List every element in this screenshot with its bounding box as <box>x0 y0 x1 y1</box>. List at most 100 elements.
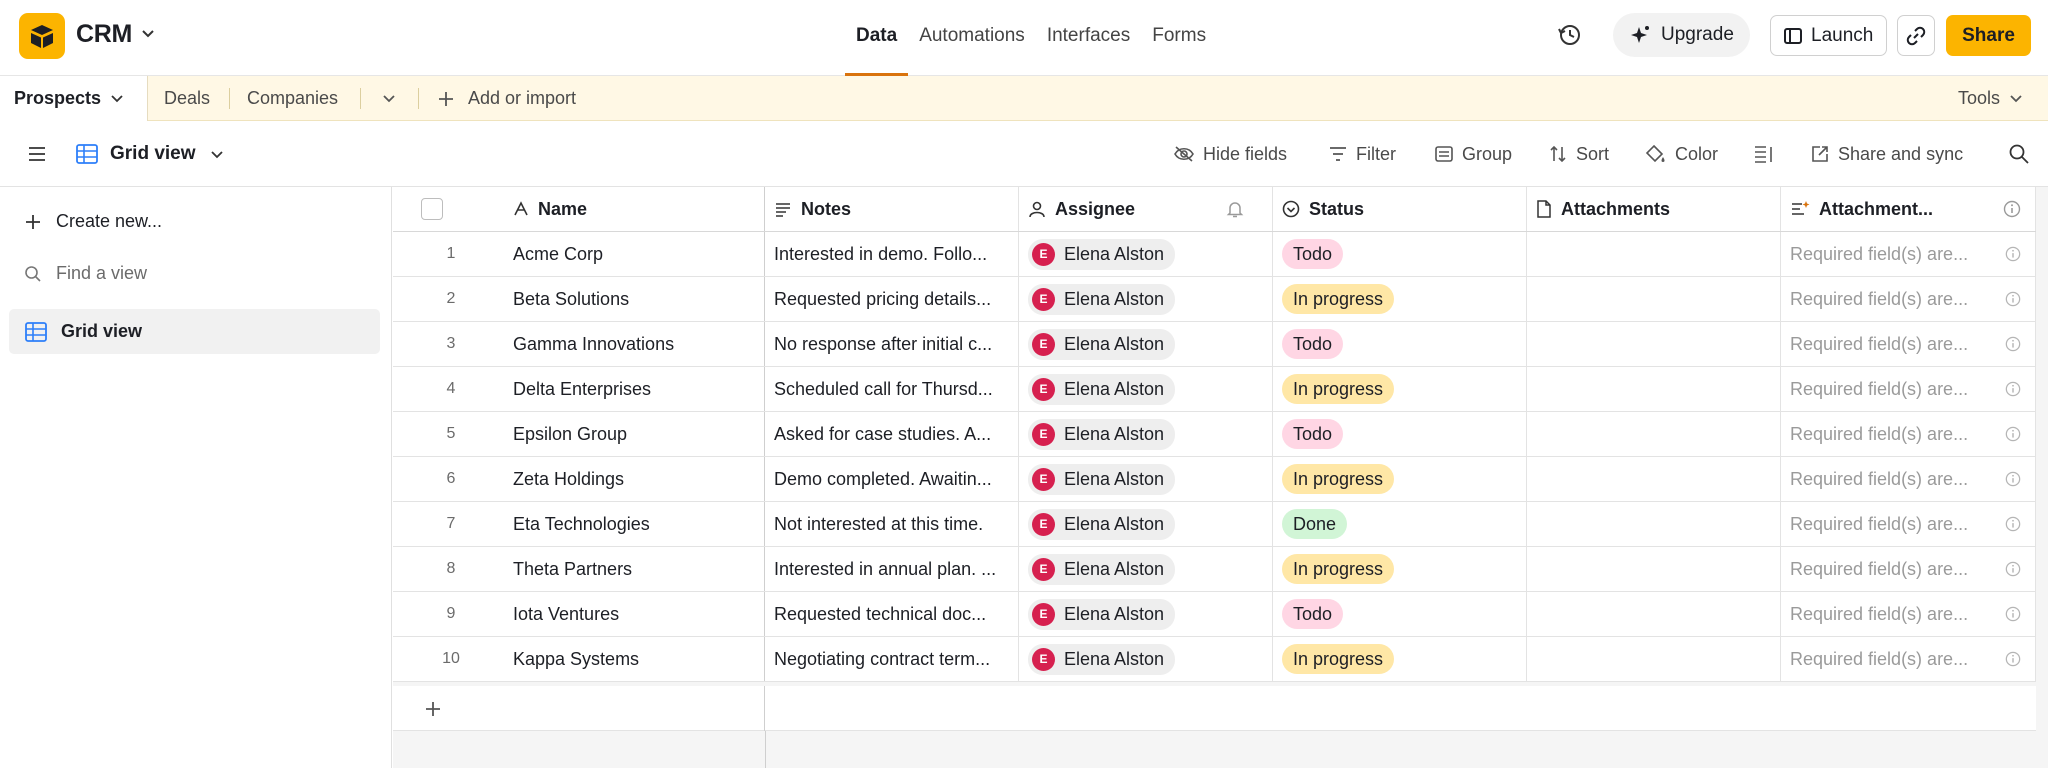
tab-prospects[interactable]: Prospects <box>0 76 148 121</box>
assignee-chip[interactable]: E Elena Alston <box>1028 508 1176 540</box>
cell-attachment-summary[interactable]: Required field(s) are... <box>1781 232 2036 276</box>
cell-notes[interactable]: Interested in annual plan. ... <box>765 547 1019 591</box>
history-icon[interactable] <box>1555 20 1585 50</box>
cell-notes[interactable]: Scheduled call for Thursd... <box>765 367 1019 411</box>
info-icon[interactable] <box>2005 381 2021 397</box>
cell-attachments[interactable] <box>1527 547 1781 591</box>
assignee-chip[interactable]: E Elena Alston <box>1028 238 1176 270</box>
tab-deals[interactable]: Deals <box>164 76 210 121</box>
info-icon[interactable] <box>2005 516 2021 532</box>
cell-status[interactable]: Todo <box>1273 592 1527 636</box>
assignee-chip[interactable]: E Elena Alston <box>1028 463 1176 495</box>
info-icon[interactable] <box>2005 471 2021 487</box>
cell-name[interactable]: Iota Ventures <box>509 592 765 636</box>
cell-name[interactable]: Theta Partners <box>509 547 765 591</box>
cell-name[interactable]: Beta Solutions <box>509 277 765 321</box>
column-header-status[interactable]: Status <box>1273 187 1527 231</box>
cell-name[interactable]: Acme Corp <box>509 232 765 276</box>
cell-attachment-summary[interactable]: Required field(s) are... <box>1781 637 2036 681</box>
cell-attachments[interactable] <box>1527 592 1781 636</box>
filter-button[interactable]: Filter <box>1328 121 1396 187</box>
column-header-assignee[interactable]: Assignee <box>1019 187 1273 231</box>
cell-status[interactable]: Todo <box>1273 232 1527 276</box>
select-all-cell[interactable] <box>393 187 509 231</box>
status-badge[interactable]: Done <box>1282 509 1348 539</box>
cell-assignee[interactable]: E Elena Alston <box>1019 592 1273 636</box>
status-badge[interactable]: In progress <box>1282 464 1395 494</box>
info-icon[interactable] <box>2005 561 2021 577</box>
cell-attachment-summary[interactable]: Required field(s) are... <box>1781 322 2036 366</box>
status-badge[interactable]: Todo <box>1282 599 1344 629</box>
cell-assignee[interactable]: E Elena Alston <box>1019 322 1273 366</box>
cell-attachments[interactable] <box>1527 457 1781 501</box>
status-badge[interactable]: In progress <box>1282 644 1395 674</box>
info-icon[interactable] <box>2005 606 2021 622</box>
table-row[interactable]: 9 Iota Ventures Requested technical doc...… <box>393 592 2036 637</box>
nav-interfaces[interactable]: Interfaces <box>1036 0 1141 76</box>
cell-assignee[interactable]: E Elena Alston <box>1019 277 1273 321</box>
cell-assignee[interactable]: E Elena Alston <box>1019 502 1273 546</box>
chevron-down-icon[interactable] <box>109 91 125 107</box>
cell-name[interactable]: Delta Enterprises <box>509 367 765 411</box>
nav-data[interactable]: Data <box>845 0 909 76</box>
assignee-chip[interactable]: E Elena Alston <box>1028 373 1176 405</box>
cell-name[interactable]: Epsilon Group <box>509 412 765 456</box>
info-icon[interactable] <box>2005 426 2021 442</box>
chevron-down-icon[interactable] <box>138 24 158 44</box>
assignee-chip[interactable]: E Elena Alston <box>1028 553 1176 585</box>
status-badge[interactable]: In progress <box>1282 374 1395 404</box>
cell-notes[interactable]: Requested technical doc... <box>765 592 1019 636</box>
cell-assignee[interactable]: E Elena Alston <box>1019 412 1273 456</box>
column-header-name[interactable]: Name <box>509 187 765 231</box>
app-logo-icon[interactable] <box>19 13 65 59</box>
create-new-view-button[interactable]: Create new... <box>24 211 162 232</box>
cell-assignee[interactable]: E Elena Alston <box>1019 457 1273 501</box>
table-row[interactable]: 1 Acme Corp Interested in demo. Follo... E E… <box>393 232 2036 277</box>
table-row[interactable]: 2 Beta Solutions Requested pricing details… <box>393 277 2036 322</box>
cell-attachments[interactable] <box>1527 322 1781 366</box>
cell-attachment-summary[interactable]: Required field(s) are... <box>1781 502 2036 546</box>
status-badge[interactable]: Todo <box>1282 239 1344 269</box>
table-row[interactable]: 6 Zeta Holdings Demo completed. Awaitin...… <box>393 457 2036 502</box>
add-record-button[interactable] <box>393 686 765 731</box>
cell-attachments[interactable] <box>1527 232 1781 276</box>
assignee-chip[interactable]: E Elena Alston <box>1028 643 1176 675</box>
cell-status[interactable]: In progress <box>1273 637 1527 681</box>
table-row[interactable]: 10 Kappa Systems Negotiating contract term… <box>393 637 2036 682</box>
table-row[interactable]: 4 Delta Enterprises Scheduled call for Thu… <box>393 367 2036 412</box>
bell-icon[interactable] <box>1226 200 1244 218</box>
info-icon[interactable] <box>2003 200 2021 218</box>
table-row[interactable]: 8 Theta Partners Interested in annual plan… <box>393 547 2036 592</box>
launch-button[interactable]: Launch <box>1770 15 1887 56</box>
status-badge[interactable]: Todo <box>1282 329 1344 359</box>
cell-status[interactable]: In progress <box>1273 367 1527 411</box>
table-row[interactable]: 3 Gamma Innovations No response after init… <box>393 322 2036 367</box>
status-badge[interactable]: In progress <box>1282 284 1395 314</box>
cell-attachment-summary[interactable]: Required field(s) are... <box>1781 277 2036 321</box>
add-record-row[interactable] <box>393 686 2036 731</box>
cell-status[interactable]: In progress <box>1273 457 1527 501</box>
cell-attachments[interactable] <box>1527 367 1781 411</box>
cell-name[interactable]: Eta Technologies <box>509 502 765 546</box>
info-icon[interactable] <box>2005 291 2021 307</box>
info-icon[interactable] <box>2005 336 2021 352</box>
cell-notes[interactable]: Interested in demo. Follo... <box>765 232 1019 276</box>
copy-link-button[interactable] <box>1897 15 1935 56</box>
table-row[interactable]: 7 Eta Technologies Not interested at this … <box>393 502 2036 547</box>
cell-notes[interactable]: Demo completed. Awaitin... <box>765 457 1019 501</box>
cell-name[interactable]: Gamma Innovations <box>509 322 765 366</box>
sidebar-item-grid-view[interactable]: Grid view <box>9 309 380 354</box>
row-height-button[interactable] <box>1753 121 1775 187</box>
share-button[interactable]: Share <box>1946 15 2031 56</box>
cell-notes[interactable]: No response after initial c... <box>765 322 1019 366</box>
cell-notes[interactable]: Requested pricing details... <box>765 277 1019 321</box>
select-all-checkbox[interactable] <box>421 198 443 220</box>
assignee-chip[interactable]: E Elena Alston <box>1028 598 1176 630</box>
cell-attachment-summary[interactable]: Required field(s) are... <box>1781 592 2036 636</box>
assignee-chip[interactable]: E Elena Alston <box>1028 283 1176 315</box>
column-header-attachments[interactable]: Attachments <box>1527 187 1781 231</box>
status-badge[interactable]: Todo <box>1282 419 1344 449</box>
info-icon[interactable] <box>2005 651 2021 667</box>
search-icon[interactable] <box>2008 143 2030 165</box>
menu-icon[interactable] <box>26 143 48 165</box>
